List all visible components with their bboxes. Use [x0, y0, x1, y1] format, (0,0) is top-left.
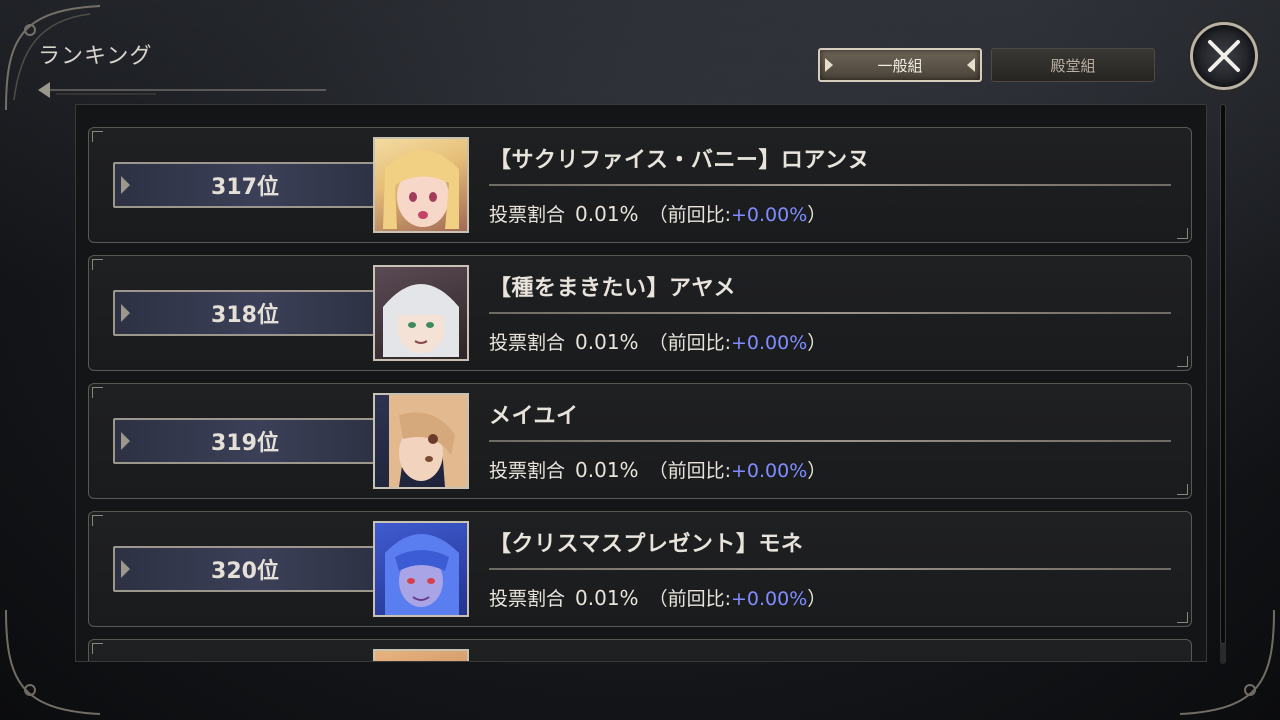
vote-share-value: 0.01%	[575, 458, 639, 482]
scrollbar-thumb[interactable]	[1220, 104, 1226, 644]
rank-plate: 318位	[113, 290, 381, 336]
vote-share-label: 投票割合	[489, 588, 566, 610]
rank-plate: 317位	[113, 162, 381, 208]
character-portrait	[373, 137, 469, 233]
character-name: 【種をまきたい】アヤメ	[489, 276, 737, 301]
vote-share-value: 0.01%	[575, 202, 639, 226]
vote-share-label: 投票割合	[489, 332, 566, 354]
prev-open: （前回比:	[648, 460, 731, 482]
prev-close: ）	[807, 332, 827, 354]
vote-share-value: 0.01%	[575, 330, 639, 354]
tab-general[interactable]: 一般組	[818, 48, 982, 82]
tab-hall-of-fame[interactable]: 殿堂組	[991, 48, 1155, 82]
ranking-row[interactable]: 318位 【種をまきたい】アヤメ 投票割合 0.01% （前回比:+0.00%）	[88, 255, 1192, 371]
ranking-list[interactable]: 317位 【サクリファイス・バニー】ロアンヌ 投票割合 0.01% （前回比:+0.…	[75, 104, 1207, 662]
row-divider	[489, 312, 1171, 314]
rank-label: 320位	[211, 559, 279, 584]
vote-delta-value: +0.00%	[730, 460, 808, 482]
vote-share-line: 投票割合 0.01% （前回比:+0.00%）	[489, 328, 826, 355]
vote-share-label: 投票割合	[489, 204, 566, 226]
close-icon	[1208, 40, 1240, 72]
tab-label: 一般組	[877, 56, 923, 75]
ranking-row[interactable]: 317位 【サクリファイス・バニー】ロアンヌ 投票割合 0.01% （前回比:+0.…	[88, 127, 1192, 243]
vote-share-line: 投票割合 0.01% （前回比:+0.00%）	[489, 200, 826, 227]
rank-label: 318位	[211, 303, 279, 328]
title-underline-ornament	[38, 82, 326, 98]
prev-open: （前回比:	[648, 332, 731, 354]
ranking-row[interactable]: 320位 【クリスマスプレゼント】モネ 投票割合 0.01% （前回比:+0.00%…	[88, 511, 1192, 627]
ranking-row[interactable]: 319位 メイユイ 投票割合 0.01% （前回比:+0.00%）	[88, 383, 1192, 499]
rank-label: 317位	[211, 175, 279, 200]
prev-close: ）	[807, 204, 827, 226]
rank-plate: 319位	[113, 418, 381, 464]
rank-label: 319位	[211, 431, 279, 456]
vote-share-line: 投票割合 0.01% （前回比:+0.00%）	[489, 456, 826, 483]
character-name: 【クリスマスプレゼント】モネ	[489, 532, 804, 557]
ranking-row-partial[interactable]	[88, 639, 1192, 661]
character-portrait	[373, 393, 469, 489]
character-name: メイユイ	[489, 404, 579, 429]
vote-share-label: 投票割合	[489, 460, 566, 482]
prev-close: ）	[807, 588, 827, 610]
close-button[interactable]	[1190, 22, 1258, 90]
character-name: 【サクリファイス・バニー】ロアンヌ	[489, 148, 870, 173]
vote-delta-value: +0.00%	[730, 588, 808, 610]
vote-delta-value: +0.00%	[730, 332, 808, 354]
tab-right-arrow-icon	[967, 58, 975, 72]
rank-plate: 320位	[113, 546, 381, 592]
vote-share-value: 0.01%	[575, 586, 639, 610]
prev-open: （前回比:	[648, 588, 731, 610]
row-divider	[489, 568, 1171, 570]
page-title: ランキング	[38, 44, 153, 69]
tab-left-arrow-icon	[825, 58, 833, 72]
prev-open: （前回比:	[648, 204, 731, 226]
row-divider	[489, 184, 1171, 186]
row-divider	[489, 440, 1171, 442]
tab-label: 殿堂組	[1050, 56, 1096, 75]
vote-delta-value: +0.00%	[730, 204, 808, 226]
character-portrait	[373, 521, 469, 617]
prev-close: ）	[807, 460, 827, 482]
character-portrait	[373, 265, 469, 361]
character-portrait	[373, 649, 469, 661]
vote-share-line: 投票割合 0.01% （前回比:+0.00%）	[489, 584, 826, 611]
